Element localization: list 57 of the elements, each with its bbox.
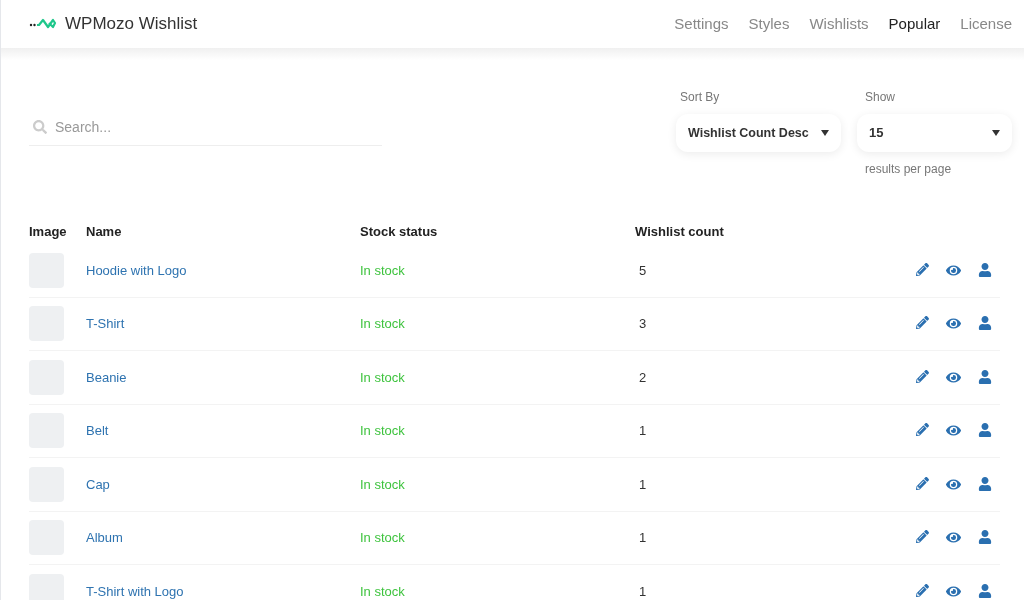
wishlist-count: 3: [639, 315, 648, 333]
product-link[interactable]: T-Shirt with Logo: [86, 581, 360, 600]
column-header: Stock status: [360, 223, 439, 242]
product-link[interactable]: Album: [86, 528, 360, 548]
wishlist-count: 5: [639, 261, 648, 280]
user-icon[interactable]: [978, 423, 992, 438]
user-icon[interactable]: [978, 476, 992, 491]
sort-dropdown[interactable]: Wishlist Count Desc: [676, 114, 841, 152]
nav-tab[interactable]: Wishlists: [809, 12, 869, 36]
stock-status: In stock: [360, 368, 406, 387]
show-dropdown[interactable]: 15: [857, 114, 1012, 152]
results-per-page-hint: results per page: [865, 161, 953, 178]
user-icon[interactable]: [978, 369, 992, 384]
stock-status: In stock: [360, 315, 406, 333]
wishlist-count: 1: [639, 529, 648, 547]
search-icon: [33, 120, 47, 134]
nav-tab[interactable]: Settings: [674, 12, 729, 36]
stock-status: In stock: [360, 261, 406, 280]
product-link[interactable]: Hoodie with Logo: [86, 260, 360, 280]
product-link[interactable]: Belt: [86, 421, 360, 441]
caret-icon: [821, 130, 829, 136]
column-header: Name: [86, 223, 123, 242]
view-icon[interactable]: [946, 316, 961, 332]
wishlist-count: 1: [639, 422, 648, 440]
app-title: WPMozo Wishlist: [65, 13, 198, 36]
column-header: Image: [29, 223, 68, 242]
user-icon[interactable]: [978, 316, 992, 331]
user-icon[interactable]: [978, 530, 992, 545]
edit-icon[interactable]: [916, 316, 929, 330]
stock-status: In stock: [360, 529, 406, 547]
stock-status: In stock: [360, 582, 406, 600]
logo-icon: [29, 17, 57, 31]
stock-status: In stock: [360, 475, 406, 494]
edit-icon[interactable]: [916, 262, 929, 276]
column-header: Wishlist count: [635, 223, 725, 242]
user-icon[interactable]: [978, 583, 992, 598]
product-link[interactable]: T-Shirt: [86, 314, 360, 334]
wishlist-count: 1: [639, 475, 648, 494]
show-label: Show: [865, 89, 897, 106]
sort-label: Sort By: [680, 89, 721, 106]
user-icon[interactable]: [978, 262, 992, 277]
nav-tab[interactable]: License: [960, 12, 1012, 36]
stock-status: In stock: [360, 422, 406, 440]
view-icon[interactable]: [946, 423, 961, 439]
nav-tab[interactable]: Popular: [888, 12, 941, 36]
view-icon[interactable]: [946, 530, 961, 546]
edit-icon[interactable]: [916, 530, 929, 544]
edit-icon[interactable]: [916, 423, 929, 437]
product-link[interactable]: Beanie: [86, 367, 360, 387]
edit-icon[interactable]: [916, 583, 929, 597]
wishlist-count: 2: [639, 368, 648, 387]
product-link[interactable]: Cap: [86, 474, 360, 494]
edit-icon[interactable]: [916, 476, 929, 490]
edit-icon[interactable]: [916, 369, 929, 383]
nav-tab[interactable]: Styles: [748, 12, 790, 36]
caret-icon: [992, 130, 1000, 136]
wishlist-count: 1: [639, 582, 648, 600]
